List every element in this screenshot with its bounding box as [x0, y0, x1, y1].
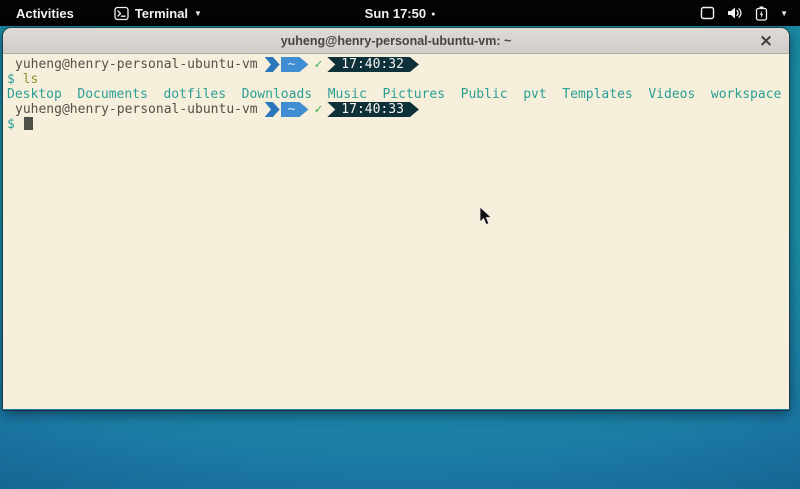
clock-button[interactable]: Sun 17:50 ●	[365, 0, 436, 26]
directory-name: pvt	[523, 87, 546, 102]
window-titlebar[interactable]: yuheng@henry-personal-ubuntu-vm: ~ ×	[3, 28, 789, 54]
directory-name: Downloads	[242, 87, 312, 102]
text-cursor	[24, 117, 33, 130]
prompt-time-segment: 17:40:32	[327, 57, 419, 72]
directory-name: Documents	[77, 87, 147, 102]
chevron-down-icon: ▼	[194, 10, 202, 18]
prompt-char: $	[7, 117, 15, 132]
volume-icon	[727, 6, 743, 20]
directory-name: Videos	[648, 87, 695, 102]
terminal-window: yuheng@henry-personal-ubuntu-vm: ~ × yuh…	[3, 28, 789, 410]
mouse-cursor-icon	[479, 206, 493, 231]
check-icon: ✓	[308, 57, 327, 72]
powerline-chevron-icon	[265, 57, 280, 72]
directory-name: dotfiles	[163, 87, 226, 102]
prompt-line: yuheng@henry-personal-ubuntu-vm ~ ✓ 17:4…	[7, 57, 785, 72]
directory-name: workspace	[711, 87, 781, 102]
command-text: ls	[23, 72, 39, 87]
activities-button[interactable]: Activities	[14, 6, 76, 21]
chevron-down-icon: ▼	[780, 10, 788, 18]
check-icon: ✓	[308, 102, 327, 117]
input-line[interactable]: $	[7, 117, 785, 132]
close-icon[interactable]: ×	[753, 28, 779, 54]
directory-name: Desktop	[7, 87, 62, 102]
ls-output: Desktop Documents dotfiles Downloads Mus…	[7, 87, 785, 102]
prompt-path-segment: ~	[281, 102, 309, 117]
directory-name: Templates	[562, 87, 632, 102]
app-menu[interactable]: Terminal ▼	[114, 6, 202, 21]
top-bar-left: Activities Terminal ▼	[0, 6, 202, 21]
prompt-char: $	[7, 72, 15, 87]
command-line: $ ls	[7, 72, 785, 87]
top-bar: Activities Terminal ▼ Sun 17:50 ●	[0, 0, 800, 26]
directory-name: Public	[461, 87, 508, 102]
prompt-user: yuheng@henry-personal-ubuntu-vm	[7, 57, 258, 72]
prompt-path-segment: ~	[281, 57, 309, 72]
prompt-time-segment: 17:40:33	[327, 102, 419, 117]
clock-label: Sun 17:50	[365, 6, 426, 21]
powerline-chevron-icon	[265, 102, 280, 117]
battery-charging-icon	[755, 6, 768, 21]
app-menu-label: Terminal	[135, 6, 188, 21]
terminal-icon	[114, 6, 129, 21]
window-title: yuheng@henry-personal-ubuntu-vm: ~	[281, 34, 512, 48]
notification-dot-icon: ●	[431, 11, 435, 18]
directory-name: Music	[328, 87, 367, 102]
prompt-user: yuheng@henry-personal-ubuntu-vm	[7, 102, 258, 117]
system-status-area[interactable]: ▼	[700, 0, 792, 26]
display-icon	[700, 6, 715, 20]
directory-name: Pictures	[382, 87, 445, 102]
terminal-content[interactable]: yuheng@henry-personal-ubuntu-vm ~ ✓ 17:4…	[3, 54, 789, 409]
prompt-line: yuheng@henry-personal-ubuntu-vm ~ ✓ 17:4…	[7, 102, 785, 117]
